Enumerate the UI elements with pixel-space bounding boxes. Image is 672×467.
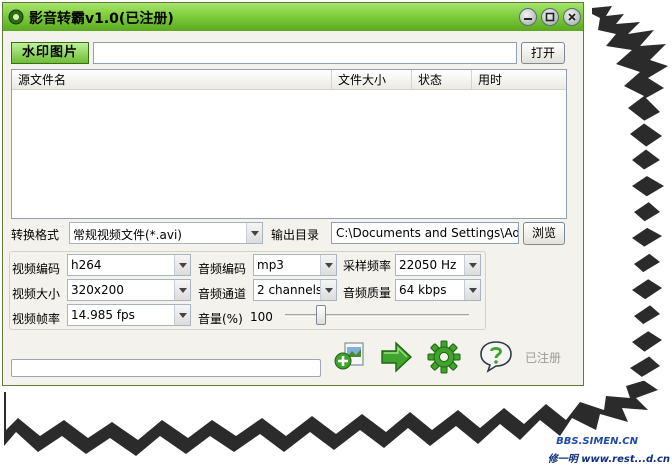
video-codec-select[interactable]: h264 — [67, 254, 191, 276]
video-size-select[interactable]: 320x200 — [67, 279, 191, 301]
audio-channel-value: 2 channels — [257, 283, 323, 297]
audio-quality-value: 64 kbps — [399, 283, 447, 297]
window-title: 影音转霸v1.0(已注册) — [29, 11, 174, 27]
video-codec-label: 视频编码 — [12, 262, 61, 276]
add-file-icon[interactable] — [333, 339, 367, 373]
chevron-down-icon[interactable] — [320, 280, 336, 300]
maximize-button[interactable] — [541, 8, 559, 26]
audio-quality-label: 音频质量 — [343, 286, 392, 300]
arrow-right-icon[interactable] — [379, 340, 413, 374]
video-size-label: 视频大小 — [12, 287, 61, 301]
main-window: 影音转霸v1.0(已注册) 水印图片 打开 源文件名 文件大小 状态 用时 转换… — [2, 2, 584, 386]
open-button[interactable]: 打开 — [521, 42, 565, 64]
file-list[interactable]: 源文件名 文件大小 状态 用时 — [11, 69, 567, 219]
audio-quality-select[interactable]: 64 kbps — [395, 279, 481, 301]
chevron-down-icon[interactable] — [320, 255, 336, 275]
video-codec-value: h264 — [71, 258, 102, 272]
site-watermark-logo: BBS.SIMEN.CN 修一明 www.rest...d.cn — [538, 436, 672, 466]
sample-rate-select[interactable]: 22050 Hz — [395, 254, 481, 276]
browse-button[interactable]: 浏览 — [523, 222, 565, 245]
registered-label: 已注册 — [525, 351, 562, 365]
frame-rate-value: 14.985 fps — [71, 308, 135, 322]
audio-channel-label: 音频通道 — [198, 287, 247, 301]
watermark-image-label[interactable]: 水印图片 — [11, 42, 89, 64]
column-file-size[interactable]: 文件大小 — [332, 70, 412, 90]
minimize-icon — [524, 18, 532, 20]
frame-rate-select[interactable]: 14.985 fps — [67, 304, 191, 326]
output-dir-field[interactable]: C:\Documents and Settings\Adm — [331, 222, 519, 244]
video-size-value: 320x200 — [71, 283, 124, 297]
column-elapsed-time[interactable]: 用时 — [472, 70, 566, 90]
sample-rate-value: 22050 Hz — [399, 258, 457, 272]
minimize-button[interactable] — [519, 8, 537, 26]
chevron-down-icon[interactable] — [174, 280, 190, 300]
chevron-down-icon[interactable] — [464, 255, 480, 275]
chevron-down-icon[interactable] — [174, 255, 190, 275]
column-source-file-name[interactable]: 源文件名 — [12, 70, 332, 90]
format-select[interactable]: 常规视频文件(*.avi) — [69, 222, 263, 244]
volume-slider-thumb[interactable] — [316, 305, 326, 325]
sample-rate-label: 采样频率 — [343, 259, 392, 273]
format-label: 转换格式 — [11, 228, 60, 242]
gear-icon[interactable] — [427, 340, 461, 374]
frame-rate-label: 视频帧率 — [12, 312, 61, 326]
help-icon[interactable] — [479, 339, 513, 373]
conversion-progress-bar — [11, 359, 321, 377]
audio-codec-label: 音频编码 — [198, 262, 247, 276]
close-button[interactable] — [563, 8, 581, 26]
watermark-path-field[interactable] — [93, 42, 517, 64]
audio-codec-value: mp3 — [257, 258, 284, 272]
volume-label: 音量(%) — [198, 312, 243, 326]
audio-channel-select[interactable]: 2 channels — [253, 279, 337, 301]
maximize-icon — [545, 12, 555, 22]
volume-value: 100 — [250, 310, 273, 324]
audio-codec-select[interactable]: mp3 — [253, 254, 337, 276]
site-logo-bottom-text: 修一明 www.rest...d.cn — [547, 454, 670, 465]
site-logo-top-text: BBS.SIMEN.CN — [556, 436, 638, 447]
title-bar[interactable]: 影音转霸v1.0(已注册) — [3, 3, 583, 31]
close-icon — [568, 13, 576, 21]
file-list-header: 源文件名 文件大小 状态 用时 — [12, 70, 566, 90]
volume-slider-track[interactable] — [285, 314, 469, 317]
format-value: 常规视频文件(*.avi) — [73, 228, 182, 242]
chevron-down-icon[interactable] — [464, 280, 480, 300]
column-status[interactable]: 状态 — [412, 70, 472, 90]
output-dir-label: 输出目录 — [271, 228, 320, 242]
chevron-down-icon[interactable] — [174, 305, 190, 325]
chevron-down-icon[interactable] — [246, 223, 262, 243]
app-logo-icon — [8, 9, 24, 25]
